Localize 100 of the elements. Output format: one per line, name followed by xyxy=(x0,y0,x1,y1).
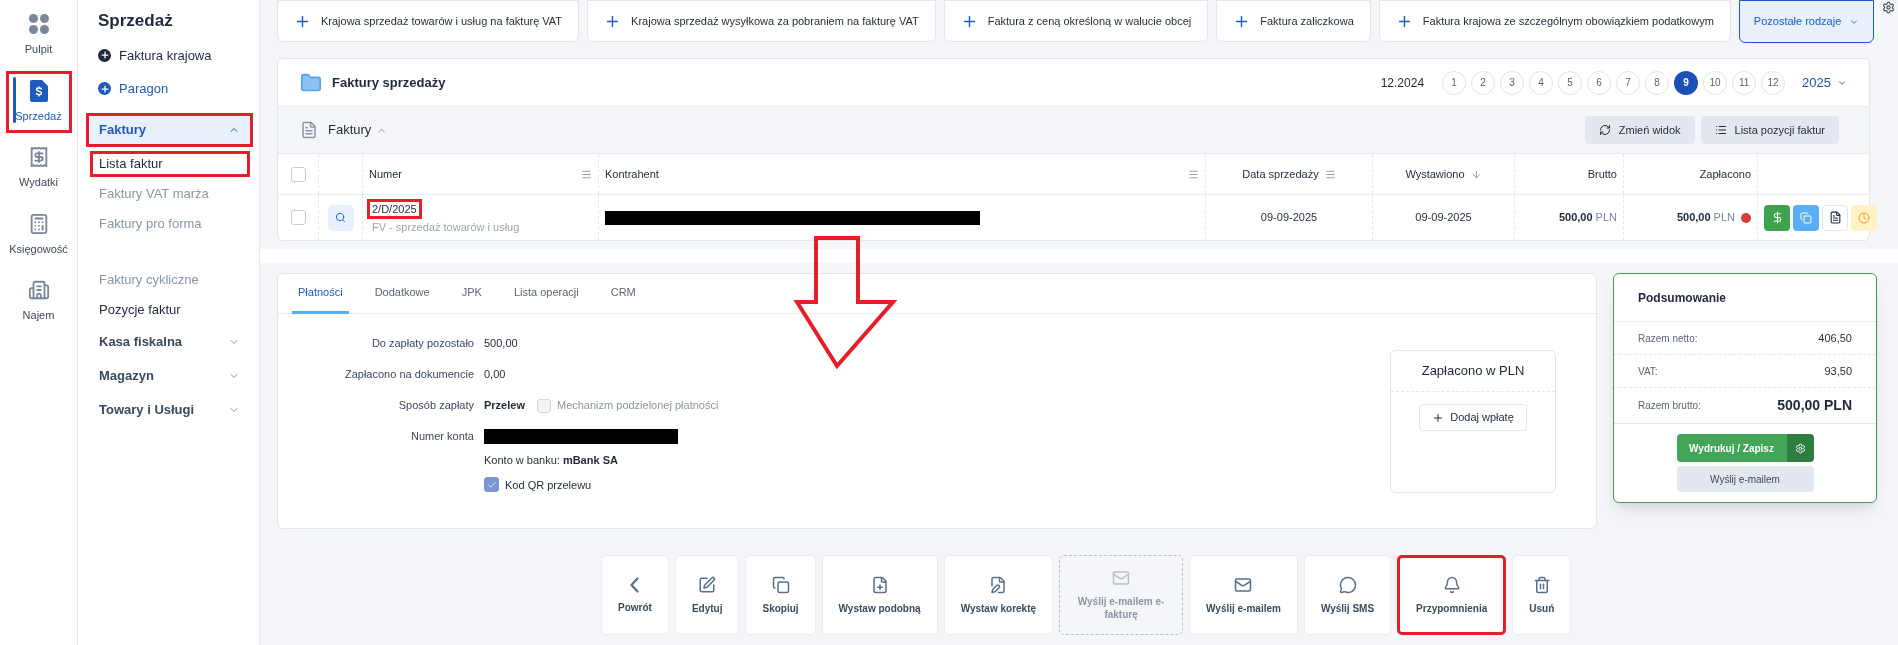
list-title: Faktury xyxy=(328,121,372,140)
list-icon xyxy=(1714,124,1727,136)
sidebar-link[interactable]: Pozycje faktur xyxy=(90,296,250,323)
envelope-icon xyxy=(1234,575,1253,594)
sale-date: 09-09-2025 xyxy=(1260,210,1318,226)
panel-title: Faktury sprzedaży xyxy=(332,73,446,92)
payment-button[interactable] xyxy=(1764,204,1790,231)
year-dropdown[interactable]: 2025 xyxy=(1802,72,1847,93)
settings-icon[interactable] xyxy=(1882,1,1896,14)
bank-info: Konto w banku: mBank SA xyxy=(484,453,619,468)
action-button[interactable]: Usuń xyxy=(1512,555,1572,635)
sidebar-group[interactable]: Kasa fiskalna xyxy=(86,324,253,359)
action-button[interactable]: Wyślij SMS xyxy=(1303,555,1392,635)
dollar-document-icon xyxy=(29,79,48,102)
rail-item[interactable]: Pulpit xyxy=(5,4,72,67)
refresh-icon xyxy=(1598,124,1611,136)
action-button[interactable]: Wystaw korektę xyxy=(943,555,1054,635)
column-header[interactable]: Kontrahent xyxy=(605,164,1199,184)
invoice-type: FV - sprzedaż towarów i usług xyxy=(371,220,520,236)
sidebar-group[interactable]: Faktury xyxy=(86,112,253,147)
selected-indicator xyxy=(13,76,16,123)
menu-icon xyxy=(581,168,592,180)
action-button[interactable]: Wyślij e-mailem xyxy=(1189,555,1298,635)
new-invoice-button[interactable]: Krajowa sprzedaż wysyłkowa za pobraniem na fakturę VAT xyxy=(587,0,936,42)
edit-icon xyxy=(698,575,717,594)
document-icon xyxy=(300,121,318,139)
action-button[interactable]: Edytuj xyxy=(674,555,740,635)
sidebar-action-link[interactable]: Faktura krajowa xyxy=(98,45,259,65)
sidebar-action-link[interactable]: Paragon xyxy=(98,79,259,99)
currency: PLN xyxy=(1713,210,1735,226)
paid-box-title: Zapłacono w PLN xyxy=(1421,362,1525,381)
column-header[interactable]: Wystawiono xyxy=(1405,164,1482,184)
pdf-button[interactable] xyxy=(1822,204,1848,231)
print-settings-button[interactable] xyxy=(1786,434,1814,462)
new-invoice-button[interactable]: Krajowa sprzedaż towarów i usług na fakturę VAT xyxy=(277,0,580,42)
sidebar-title: Sprzedaż xyxy=(97,10,174,32)
toolbar-button[interactable]: Lista pozycji faktur xyxy=(1700,116,1839,144)
new-invoice-button[interactable]: Faktura z ceną określoną w walucie obcej xyxy=(943,0,1209,42)
field-value: 500,00 xyxy=(484,336,518,352)
summary-label: Razem brutto: xyxy=(1638,399,1701,413)
new-invoice-button[interactable]: Faktura krajowa ze szczególnym obowiązkiem podatkowym xyxy=(1378,0,1731,42)
add-payment-button[interactable]: Dodaj wpłatę xyxy=(1419,404,1527,431)
action-button[interactable]: Przypomnienia xyxy=(1397,555,1507,635)
field-value: 0,00 xyxy=(484,367,506,383)
column-header[interactable]: Zapłacono xyxy=(1699,164,1751,184)
summary-title: Podsumowanie xyxy=(1614,274,1876,322)
checkbox[interactable] xyxy=(290,210,306,225)
column-header[interactable]: Data sprzedaży xyxy=(1242,164,1336,184)
column-header[interactable]: Brutto xyxy=(1587,164,1617,184)
chat-bubble-icon xyxy=(1338,575,1357,594)
summary-value: 500,00 PLN xyxy=(1777,396,1852,415)
paid-amount: 500,00 xyxy=(1676,210,1711,226)
menu-icon xyxy=(1324,168,1336,180)
plus-icon xyxy=(1432,411,1445,424)
bell-icon xyxy=(1442,575,1461,594)
rail-item[interactable]: Wydatki xyxy=(5,137,72,200)
dots-grid-icon xyxy=(27,13,50,35)
month-pill[interactable]: 9 xyxy=(1674,70,1699,95)
rail-item[interactable]: Księgowość xyxy=(5,203,72,266)
file-plus-icon xyxy=(870,575,889,594)
field-label: Sposób zapłaty xyxy=(397,398,474,414)
action-button[interactable]: Wystaw podobną xyxy=(821,555,938,635)
tab[interactable]: Lista operacji xyxy=(507,274,585,314)
invoice-number-link[interactable]: 2/D/2025 xyxy=(367,199,422,220)
currency: PLN xyxy=(1595,210,1617,226)
more-types-dropdown[interactable]: Pozostałe rodzaje xyxy=(1738,0,1875,43)
action-button[interactable]: Skopiuj xyxy=(745,555,816,635)
check-icon xyxy=(486,479,497,490)
preview-button[interactable] xyxy=(327,204,354,231)
building-icon xyxy=(27,279,50,301)
trash-icon xyxy=(1532,575,1551,594)
summary-value: 406,50 xyxy=(1818,330,1852,346)
send-email-button[interactable]: Wyślij e-mailem xyxy=(1676,466,1814,492)
sidebar-link[interactable]: Lista faktur xyxy=(90,150,250,177)
issue-date: 09-09-2025 xyxy=(1415,210,1472,226)
menu-icon xyxy=(1188,168,1199,180)
folder-icon xyxy=(300,71,322,94)
rail-item[interactable]: Najem xyxy=(5,270,72,333)
tab[interactable]: Dodatkowe xyxy=(368,274,436,314)
action-button[interactable]: Powrót xyxy=(601,555,669,635)
checkbox[interactable] xyxy=(290,166,306,182)
copy-icon xyxy=(1800,211,1812,224)
sidebar-group[interactable]: Towary i Usługi xyxy=(86,392,253,427)
checkbox[interactable] xyxy=(484,477,499,493)
search-icon xyxy=(335,212,346,223)
document-icon xyxy=(1828,211,1842,224)
gear-icon xyxy=(1794,442,1806,454)
column-header[interactable]: Numer xyxy=(369,164,592,184)
tab[interactable]: CRM xyxy=(604,274,642,314)
field-label: Zapłacono na dokumencie xyxy=(343,367,474,383)
summary-label: VAT: xyxy=(1638,364,1658,379)
file-pen-icon xyxy=(989,575,1008,594)
sidebar-group[interactable]: Magazyn xyxy=(86,358,253,393)
field-label: Do zapłaty pozostało xyxy=(370,336,474,352)
rail-item[interactable]: Sprzedaż xyxy=(5,70,72,133)
tab[interactable]: JPK xyxy=(455,274,488,314)
tab[interactable]: Płatności xyxy=(292,274,349,314)
toolbar-button[interactable]: Zmień widok xyxy=(1584,116,1695,144)
clock-icon xyxy=(1858,211,1870,224)
new-invoice-button[interactable]: Faktura zaliczkowa xyxy=(1216,0,1371,42)
